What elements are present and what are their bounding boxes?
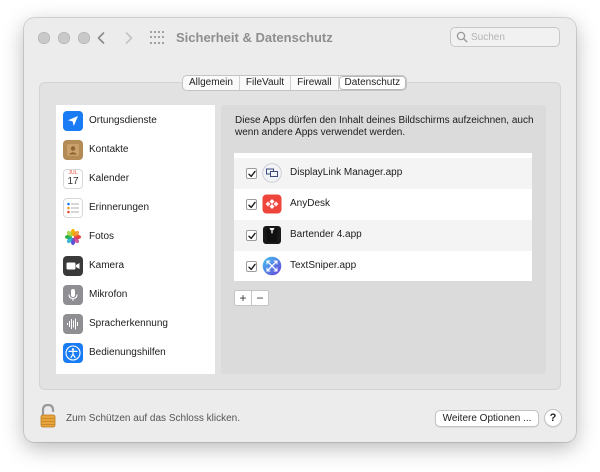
bartender-tuxedo-icon (262, 225, 282, 245)
anydesk-checkbox[interactable] (246, 199, 257, 210)
sidebar-item-ortungsdienste[interactable]: Ortungsdienste (56, 109, 215, 138)
tab-allgemein[interactable]: Allgemein (183, 76, 240, 90)
chevron-right-icon (125, 32, 133, 44)
table-row[interactable]: AnyDesk (234, 189, 532, 220)
sidebar-item-bedienungshilfen[interactable]: Bedienungshilfen (56, 341, 215, 370)
photos-flower-icon (63, 227, 83, 247)
pane-description: Diese Apps dürfen den Inhalt deines Bild… (235, 115, 534, 138)
reminders-list-icon (63, 198, 83, 218)
location-arrow-icon (63, 111, 83, 131)
more-options-button[interactable]: Weitere Optionen ... (435, 410, 539, 427)
contacts-book-icon (63, 140, 83, 160)
sidebar-item-kalender[interactable]: JUL 17 Kalender (56, 167, 215, 196)
chevron-left-icon (97, 32, 105, 44)
lock-hint-text: Zum Schützen auf das Schloss klicken. (66, 413, 240, 424)
table-row (234, 153, 532, 157)
table-row[interactable]: DisplayLink Manager.app (234, 158, 532, 189)
sidebar-item-label: Kontakte (89, 144, 129, 155)
close-window-button[interactable] (38, 32, 50, 44)
show-all-grid-icon[interactable] (150, 31, 164, 45)
app-name: Bartender 4.app (290, 229, 362, 240)
displaylink-icon (262, 163, 282, 183)
title-bar: Sicherheit & Datenschutz (24, 18, 576, 58)
tab-bar: Allgemein FileVault Firewall Datenschutz (182, 75, 408, 91)
search-input[interactable] (471, 30, 555, 44)
checkmark-icon (247, 232, 256, 239)
sidebar-item-label: Erinnerungen (89, 202, 150, 213)
privacy-category-list: Ortungsdienste Kontakte JUL 17 Kalender (56, 105, 215, 374)
window-title: Sicherheit & Datenschutz (176, 30, 333, 45)
table-row[interactable]: TextSniper.app (234, 251, 532, 281)
bartender-checkbox[interactable] (246, 230, 257, 241)
app-list[interactable]: DisplayLink Manager.app AnyDesk Bartende… (234, 153, 532, 281)
add-app-button[interactable]: + (235, 291, 251, 305)
displaylink-checkbox[interactable] (246, 168, 257, 179)
screen-recording-pane: Diese Apps dürfen den Inhalt deines Bild… (221, 105, 546, 374)
checkmark-icon (247, 263, 256, 270)
microphone-icon (63, 285, 83, 305)
checkmark-icon (247, 170, 256, 177)
accessibility-icon (63, 343, 83, 363)
sidebar-item-erinnerungen[interactable]: Erinnerungen (56, 196, 215, 225)
speech-waveform-icon (63, 314, 83, 334)
sidebar-item-fotos[interactable]: Fotos (56, 225, 215, 254)
padlock-icon[interactable] (38, 403, 58, 429)
tab-filevault[interactable]: FileVault (240, 76, 292, 90)
calendar-day-text: 17 (67, 176, 79, 187)
minimize-window-button[interactable] (58, 32, 70, 44)
calendar-icon: JUL 17 (63, 169, 83, 189)
forward-button[interactable] (121, 28, 137, 48)
search-icon (456, 31, 468, 43)
preferences-window: Sicherheit & Datenschutz Allgemein FileV… (24, 18, 576, 442)
camera-icon (63, 256, 83, 276)
app-name: TextSniper.app (290, 260, 357, 271)
tab-firewall[interactable]: Firewall (291, 76, 339, 90)
zoom-window-button[interactable] (78, 32, 90, 44)
app-name: AnyDesk (290, 198, 331, 209)
sidebar-item-label: Spracherkennung (89, 318, 168, 329)
table-row[interactable]: Bartender 4.app (234, 220, 532, 251)
sidebar-item-label: Bedienungshilfen (89, 347, 166, 358)
sidebar-item-kamera[interactable]: Kamera (56, 254, 215, 283)
sidebar-item-mikrofon[interactable]: Mikrofon (56, 283, 215, 312)
sidebar-item-spracherkennung[interactable]: Spracherkennung (56, 312, 215, 341)
app-name: DisplayLink Manager.app (290, 167, 403, 178)
sidebar-item-kontakte[interactable]: Kontakte (56, 138, 215, 167)
search-field[interactable] (450, 27, 560, 47)
add-remove-control: + − (234, 290, 269, 306)
textsniper-icon (262, 256, 282, 276)
sidebar-item-label: Kamera (89, 260, 125, 271)
tab-datenschutz[interactable]: Datenschutz (338, 76, 407, 90)
sidebar-item-label: Fotos (89, 231, 115, 242)
anydesk-icon (262, 194, 282, 214)
checkmark-icon (247, 201, 256, 208)
sidebar-item-label: Ortungsdienste (89, 115, 157, 126)
sidebar-item-label: Mikrofon (89, 289, 128, 300)
help-button[interactable]: ? (544, 409, 562, 427)
sidebar-item-label: Kalender (89, 173, 130, 184)
textsniper-checkbox[interactable] (246, 261, 257, 272)
remove-app-button[interactable]: − (251, 291, 268, 305)
back-button[interactable] (93, 28, 109, 48)
